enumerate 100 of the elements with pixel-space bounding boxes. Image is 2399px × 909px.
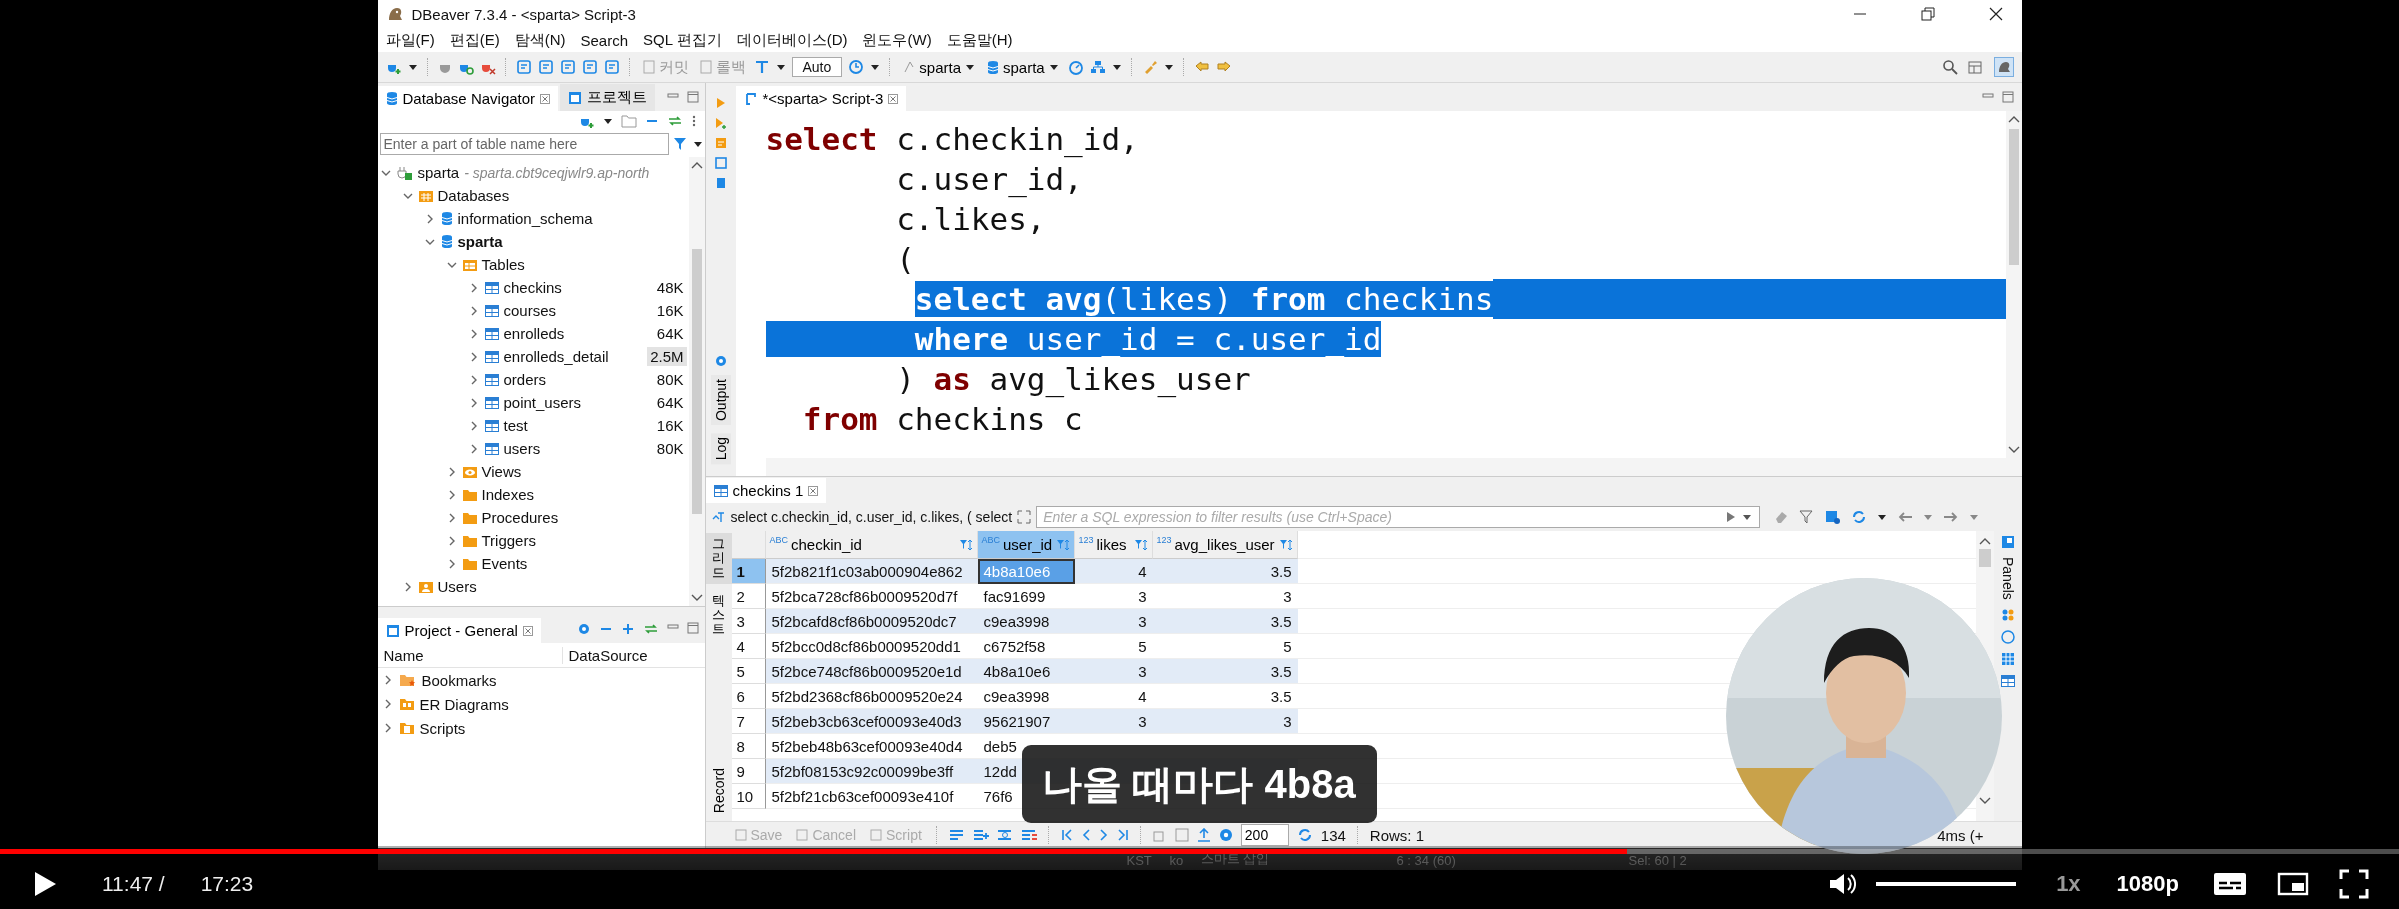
row-number[interactable]: 4	[731, 634, 766, 659]
row-number[interactable]: 6	[731, 684, 766, 709]
row-number[interactable]: 9	[731, 759, 766, 784]
forward-icon[interactable]	[1943, 511, 1960, 523]
link-icon[interactable]	[666, 114, 683, 128]
last-icon[interactable]	[1116, 829, 1129, 841]
filter-icon[interactable]	[1799, 509, 1816, 525]
copy-row-icon[interactable]	[996, 828, 1013, 842]
fetch-size-field[interactable]: 200	[1240, 824, 1289, 846]
filter-icon[interactable]	[672, 136, 689, 152]
add-row-icon[interactable]	[972, 828, 989, 842]
panel-tab[interactable]: Database Navigator	[377, 86, 559, 111]
perspective-icon[interactable]	[1993, 57, 2014, 77]
scrollbar-thumb[interactable]	[691, 249, 702, 514]
tree-item[interactable]: ER Diagrams	[419, 695, 509, 713]
sort-filter-icon[interactable]	[1278, 537, 1293, 552]
tree-item[interactable]: Tables	[481, 256, 525, 273]
sort-filter-icon[interactable]	[1055, 537, 1070, 552]
table-filter-field[interactable]: Enter a part of table name here	[379, 133, 669, 155]
tree-item[interactable]: Databases	[437, 187, 510, 204]
editor-tab[interactable]: *<sparta> Script-3	[735, 86, 907, 111]
scrollbar-thumb[interactable]	[1978, 549, 1991, 567]
transaction-mode-field[interactable]: Auto	[791, 57, 843, 77]
table-settings-icon[interactable]	[1825, 509, 1842, 525]
previous-icon[interactable]	[1080, 829, 1091, 841]
row-number[interactable]: 5	[731, 659, 766, 684]
tree-item[interactable]: checkins	[503, 279, 562, 296]
minimize-icon[interactable]	[1981, 91, 1994, 101]
side-tab[interactable]: Log	[710, 433, 731, 465]
column-header[interactable]: DataSource	[562, 646, 648, 664]
first-icon[interactable]	[1060, 829, 1073, 841]
schema-selector[interactable]: sparta	[984, 58, 1062, 76]
fullscreen-icon[interactable]	[2339, 869, 2369, 899]
speed-button[interactable]: 1x	[2056, 871, 2081, 897]
tree-item[interactable]: sparta	[457, 233, 503, 250]
window-layout-icon[interactable]	[1967, 59, 1984, 75]
volume-slider[interactable]	[1876, 882, 2017, 886]
gear-icon[interactable]	[1218, 828, 1233, 842]
miniplayer-icon[interactable]	[2277, 871, 2309, 897]
explain-icon[interactable]	[714, 137, 727, 149]
caret-icon[interactable]	[1742, 512, 1753, 522]
row-number[interactable]: 3	[731, 609, 766, 634]
chevron-down-icon[interactable]	[690, 594, 703, 602]
menu-item[interactable]: SQL 편집기	[643, 30, 722, 50]
menu-item[interactable]: 데이터베이스(D)	[736, 30, 848, 50]
column-header[interactable]: Name	[377, 646, 563, 664]
refresh-icon[interactable]	[1851, 509, 1868, 525]
caret-icon[interactable]	[407, 62, 418, 72]
more-icon[interactable]	[690, 114, 697, 128]
progress-bar[interactable]	[0, 849, 2399, 854]
caret-icon[interactable]	[775, 62, 786, 72]
menu-item[interactable]: Search	[580, 31, 628, 49]
side-tab[interactable]: Output	[710, 375, 731, 426]
new-script-icon[interactable]	[559, 59, 576, 75]
export-icon[interactable]	[1196, 828, 1211, 842]
network-icon[interactable]	[1089, 59, 1106, 75]
minimize-icon[interactable]	[666, 91, 679, 101]
row-number[interactable]: 1	[731, 559, 766, 584]
panels-icon[interactable]	[2000, 535, 2015, 549]
chevron-down-icon[interactable]	[1978, 797, 1991, 805]
run-icon[interactable]	[715, 97, 726, 109]
volume-icon[interactable]	[1828, 871, 1857, 897]
tree-item[interactable]: test	[503, 417, 528, 434]
row-number[interactable]: 7	[731, 709, 766, 734]
close-icon[interactable]	[1987, 6, 2004, 22]
tree-item[interactable]: enrolleds	[503, 325, 565, 342]
caret-icon[interactable]	[602, 116, 613, 126]
gear-icon[interactable]	[714, 355, 727, 367]
caret-icon[interactable]	[692, 139, 703, 149]
tree-item[interactable]: users	[503, 440, 541, 457]
tree-item[interactable]: sparta	[417, 164, 460, 181]
scrollbar[interactable]	[688, 157, 705, 606]
maximize-icon[interactable]	[686, 91, 699, 103]
minimize-icon[interactable]	[666, 622, 679, 632]
chevron-down-icon[interactable]	[2007, 446, 2020, 454]
menu-item[interactable]: 윈도우(W)	[862, 30, 932, 50]
script-icon[interactable]	[537, 59, 554, 75]
caret-icon[interactable]	[1048, 62, 1059, 72]
checker-icon[interactable]	[2000, 651, 2015, 666]
sort-filter-icon[interactable]	[958, 537, 973, 552]
row-number[interactable]: 8	[731, 734, 766, 759]
run-script-icon[interactable]	[714, 117, 727, 129]
tree-item[interactable]: orders	[503, 371, 547, 388]
edit-row-icon[interactable]	[948, 828, 965, 842]
maximize-icon[interactable]	[686, 622, 699, 634]
sort-filter-icon[interactable]	[1133, 537, 1148, 552]
results-tab[interactable]: checkins 1	[705, 478, 827, 503]
panel-tab[interactable]: 프로젝트	[560, 84, 656, 111]
tree-item[interactable]: point_users	[503, 394, 582, 411]
circle-icon[interactable]	[2000, 629, 2015, 644]
subtitles-icon[interactable]	[2213, 871, 2247, 897]
console-icon[interactable]	[581, 59, 598, 75]
menu-item[interactable]: 편집(E)	[449, 30, 500, 50]
grid-icon[interactable]	[2000, 607, 2015, 622]
restore-icon[interactable]	[1919, 6, 1936, 22]
tree-item[interactable]: information_schema	[457, 210, 593, 227]
panel-tab[interactable]: Project - General	[377, 618, 541, 643]
caret-icon[interactable]	[1111, 62, 1122, 72]
next-icon[interactable]	[1098, 829, 1109, 841]
dashboard-icon[interactable]	[1067, 59, 1084, 75]
